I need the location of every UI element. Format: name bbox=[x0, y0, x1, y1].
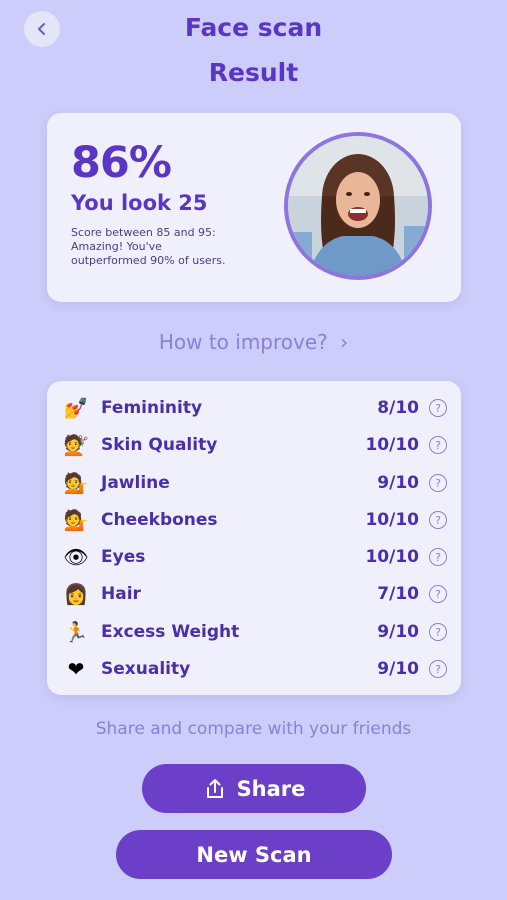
score-percentage: 86% bbox=[71, 138, 172, 188]
share-icon bbox=[206, 778, 223, 798]
avatar bbox=[284, 132, 432, 280]
metric-label: Hair bbox=[101, 584, 141, 604]
metric-label: Femininity bbox=[101, 398, 203, 418]
share-button-label: Share bbox=[236, 776, 306, 801]
metric-label: Eyes bbox=[101, 547, 146, 567]
nail-polish-icon: 💅 bbox=[63, 396, 89, 420]
metric-value: 10/10 bbox=[365, 435, 419, 455]
list-item[interactable]: 👩 Hair 7/10 ? bbox=[61, 579, 447, 609]
metric-label: Jawline bbox=[101, 473, 170, 493]
new-scan-button-label: New Scan bbox=[196, 842, 312, 867]
list-item[interactable]: 💁 Cheekbones 10/10 ? bbox=[61, 505, 447, 535]
list-item[interactable]: 💅 Femininity 8/10 ? bbox=[61, 393, 447, 423]
help-icon[interactable]: ? bbox=[429, 474, 447, 492]
share-caption: Share and compare with your friends bbox=[95, 719, 412, 739]
list-item[interactable]: 👁 Eyes 10/10 ? bbox=[61, 542, 447, 572]
list-item[interactable]: ❤ Sexuality 9/10 ? bbox=[61, 654, 447, 684]
score-description: Score between 85 and 95: Amazing! You've… bbox=[71, 226, 226, 267]
share-button[interactable]: Share bbox=[142, 764, 366, 813]
help-icon[interactable]: ? bbox=[429, 511, 447, 529]
user-photo-avatar bbox=[288, 136, 428, 276]
metric-label: Cheekbones bbox=[101, 510, 218, 530]
chevron-right-icon: › bbox=[340, 330, 349, 354]
metric-value: 9/10 bbox=[377, 659, 419, 679]
metric-value: 7/10 bbox=[377, 584, 419, 604]
eye-icon: 👁 bbox=[63, 545, 89, 569]
woman-tipping-hand-icon: 💁 bbox=[63, 508, 89, 532]
woman-face-icon: 👩 bbox=[63, 582, 89, 606]
help-icon[interactable]: ? bbox=[429, 660, 447, 678]
list-item[interactable]: 🏃 Excess Weight 9/10 ? bbox=[61, 617, 447, 647]
help-icon[interactable]: ? bbox=[429, 585, 447, 603]
metric-value: 9/10 bbox=[377, 622, 419, 642]
list-item[interactable]: 💁 Jawline 9/10 ? bbox=[61, 468, 447, 498]
help-icon[interactable]: ? bbox=[429, 399, 447, 417]
page-subtitle: Result bbox=[208, 58, 299, 87]
metric-label: Skin Quality bbox=[101, 435, 218, 455]
help-icon[interactable]: ? bbox=[429, 623, 447, 641]
metric-value: 9/10 bbox=[377, 473, 419, 493]
metric-label: Excess Weight bbox=[101, 622, 240, 642]
heart-on-fire-icon: ❤ bbox=[67, 657, 85, 681]
result-card: 86% You look 25 Score between 85 and 95:… bbox=[47, 113, 461, 302]
help-icon[interactable]: ? bbox=[429, 436, 447, 454]
page-title: Face scan bbox=[184, 13, 323, 42]
how-to-improve-link[interactable]: How to improve? › bbox=[0, 330, 507, 354]
metric-value: 8/10 bbox=[377, 398, 419, 418]
metric-label: Sexuality bbox=[101, 659, 191, 679]
how-to-improve-label: How to improve? bbox=[158, 330, 328, 354]
woman-running-icon: 🏃 bbox=[63, 620, 89, 644]
new-scan-button[interactable]: New Scan bbox=[116, 830, 392, 879]
help-icon[interactable]: ? bbox=[429, 548, 447, 566]
list-item[interactable]: 💇 Skin Quality 10/10 ? bbox=[61, 430, 447, 460]
woman-getting-haircut-icon: 💇 bbox=[63, 433, 89, 457]
age-estimate: You look 25 bbox=[71, 191, 208, 215]
woman-tipping-hand-icon: 💁 bbox=[63, 471, 89, 495]
metric-value: 10/10 bbox=[365, 510, 419, 530]
metrics-card: 💅 Femininity 8/10 ? 💇 Skin Quality 10/10… bbox=[47, 381, 461, 695]
metric-value: 10/10 bbox=[365, 547, 419, 567]
